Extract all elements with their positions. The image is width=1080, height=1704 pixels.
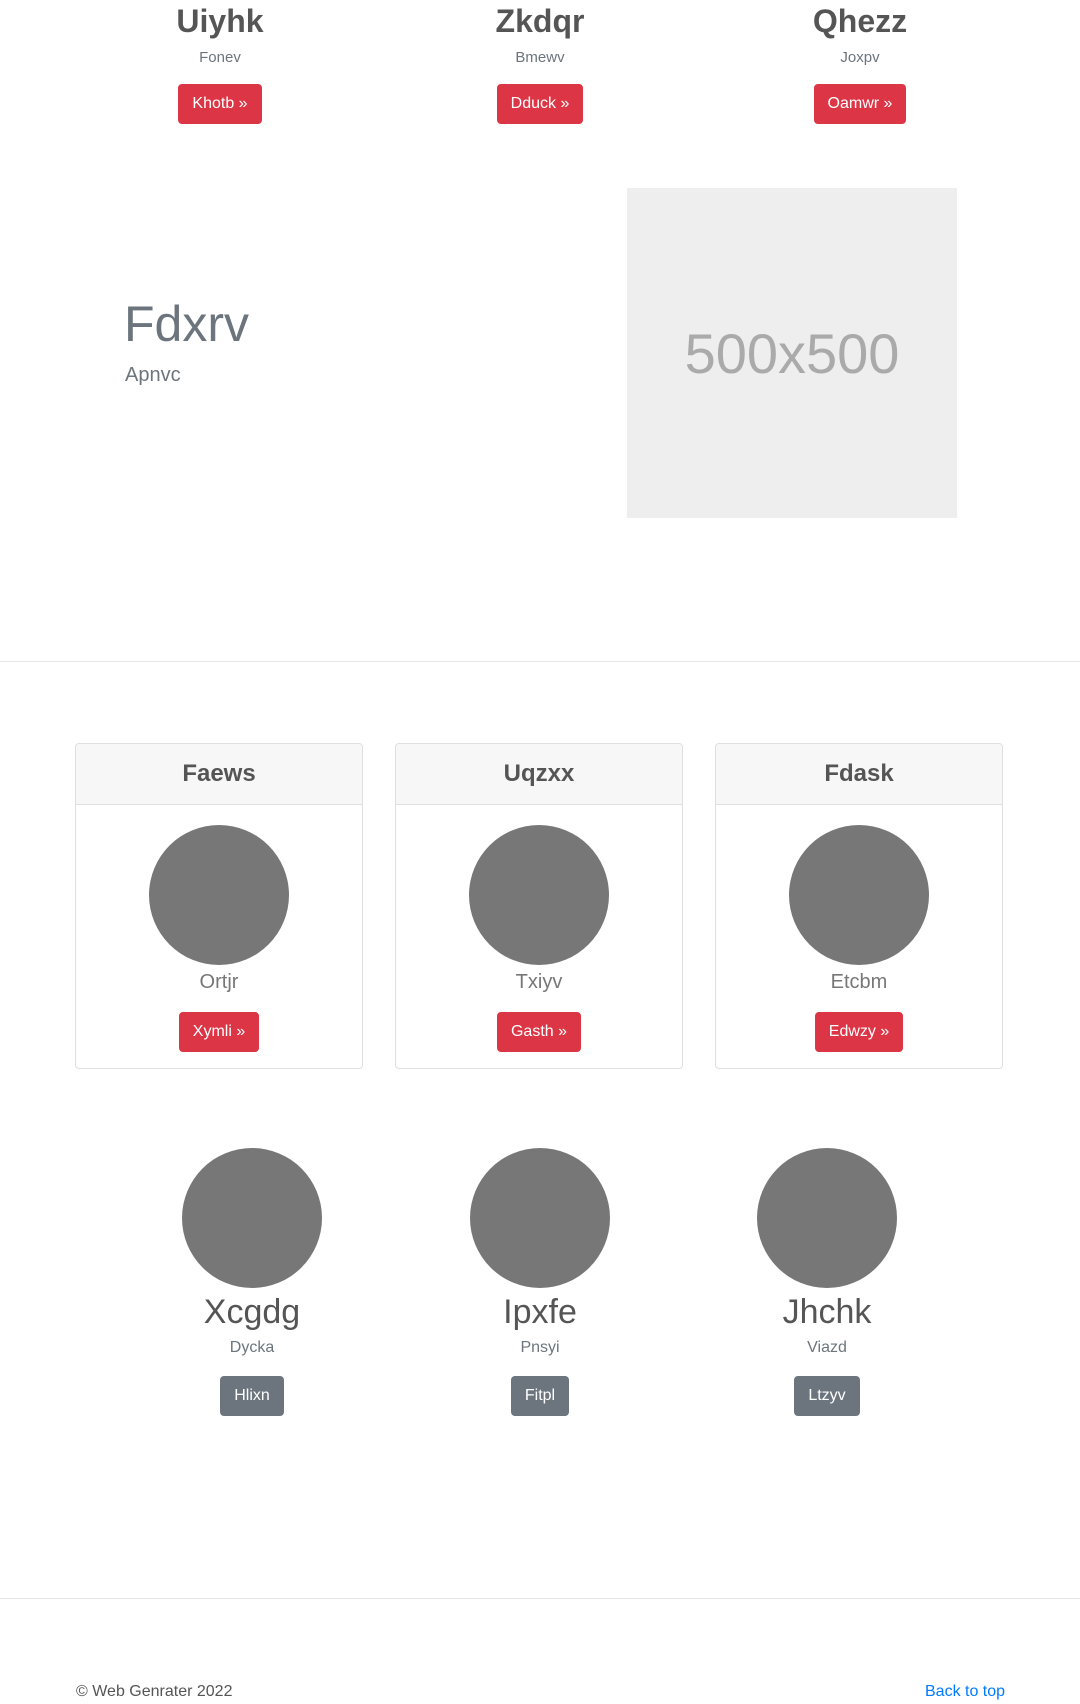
card-1: Faews Ortjr Xymli » [75, 743, 363, 1069]
avatar [757, 1148, 897, 1288]
feature-column-3: Qhezz Joxpv Oamwr » [700, 0, 1020, 124]
card-3: Fdask Etcbm Edwzy » [715, 743, 1003, 1069]
card-button[interactable]: Edwzy » [814, 1012, 904, 1052]
footer-copyright: © Web Genrater 2022 [76, 1683, 233, 1700]
person-name: Xcgdg [203, 1293, 301, 1331]
placeholder-image-label: 500x500 [684, 321, 900, 385]
feature-column-2: Zkdqr Bmewv Dduck » [380, 0, 700, 124]
card-2: Uqzxx Txiyv Gasth » [395, 743, 683, 1069]
feature-subtitle: Fonev [199, 49, 241, 66]
footer-divider [0, 1598, 1080, 1599]
feature-title: Qhezz [812, 3, 908, 39]
feature-subtitle: Bmewv [515, 49, 565, 66]
feature-subtitle: Joxpv [840, 49, 880, 66]
person-name: Jhchk [782, 1293, 872, 1331]
avatar [182, 1148, 322, 1288]
person-button[interactable]: Ltzyv [794, 1376, 860, 1416]
person-subtitle: Viazd [807, 1339, 847, 1356]
placeholder-image: 500x500 [627, 188, 957, 518]
card-header: Uqzxx [396, 744, 682, 805]
card-subtitle: Ortjr [199, 971, 239, 993]
person-button[interactable]: Fitpl [510, 1376, 570, 1416]
person-subtitle: Pnsyi [520, 1339, 560, 1356]
avatar [149, 825, 289, 965]
feature-title: Zkdqr [495, 3, 585, 39]
person-3: Jhchk Viazd Ltzyv [707, 1148, 947, 1416]
feature-column-1: Uiyhk Fonev Khotb » [60, 0, 380, 124]
feature-button[interactable]: Oamwr » [813, 84, 907, 124]
person-subtitle: Dycka [229, 1339, 275, 1356]
section-divider [0, 661, 1080, 662]
avatar [470, 1148, 610, 1288]
card-header: Faews [76, 744, 362, 805]
back-to-top-link[interactable]: Back to top [925, 1682, 1005, 1702]
avatar [469, 825, 609, 965]
card-subtitle: Etcbm [830, 971, 888, 993]
featurette-heading: Fdxrv [124, 296, 249, 352]
feature-title: Uiyhk [176, 3, 264, 39]
feature-button[interactable]: Khotb » [178, 84, 262, 124]
card-button[interactable]: Xymli » [178, 1012, 260, 1052]
card-button[interactable]: Gasth » [496, 1012, 582, 1052]
person-button[interactable]: Hlixn [220, 1376, 284, 1416]
person-name: Ipxfe [503, 1293, 577, 1331]
avatar [789, 825, 929, 965]
person-2: Ipxfe Pnsyi Fitpl [420, 1148, 660, 1416]
card-subtitle: Txiyv [515, 971, 563, 993]
person-1: Xcgdg Dycka Hlixn [132, 1148, 372, 1416]
feature-button[interactable]: Dduck » [496, 84, 584, 124]
featurette-subheading: Apnvc [125, 364, 181, 386]
card-header: Fdask [716, 744, 1002, 805]
